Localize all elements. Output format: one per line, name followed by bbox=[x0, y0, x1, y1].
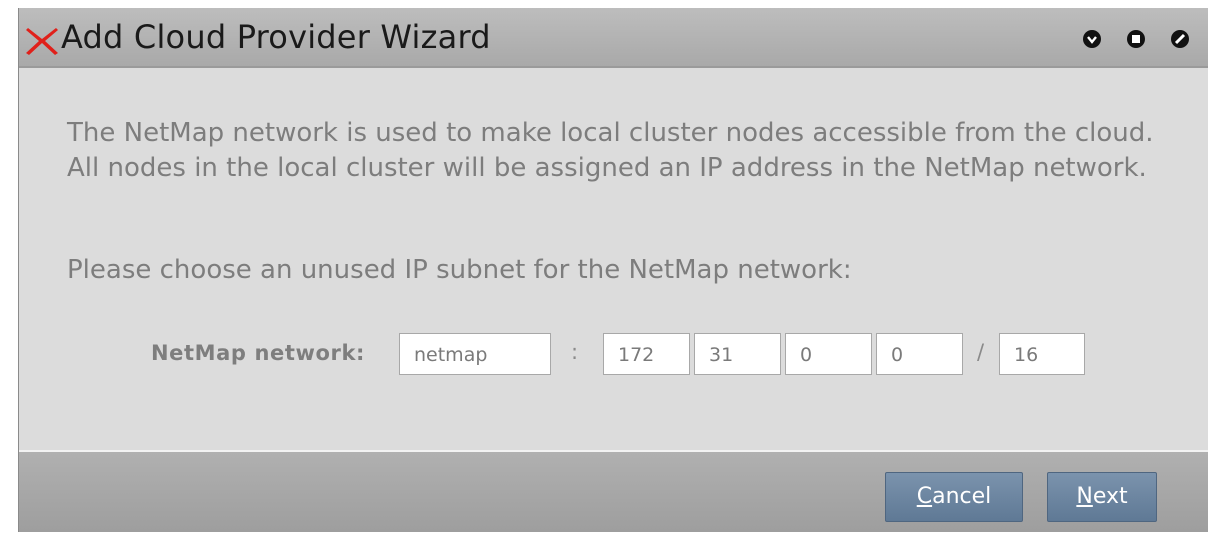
red-x-icon bbox=[26, 28, 58, 55]
maximize-icon bbox=[1132, 35, 1140, 43]
ip-octet-3-field[interactable]: 0 bbox=[785, 333, 872, 375]
intro-text: The NetMap network is used to make local… bbox=[67, 118, 1154, 183]
maximize-button[interactable] bbox=[1127, 30, 1145, 48]
next-button[interactable]: Next bbox=[1047, 472, 1157, 522]
netmap-name-field[interactable]: netmap bbox=[399, 333, 551, 375]
wizard-window: Add Cloud Provider Wizard The NetMap net… bbox=[18, 8, 1208, 532]
prompt-text: Please choose an unused IP subnet for th… bbox=[67, 255, 852, 285]
ip-octet-4-field[interactable]: 0 bbox=[876, 333, 963, 375]
colon-separator: : bbox=[571, 340, 579, 364]
close-button[interactable] bbox=[1171, 30, 1189, 48]
ip-octet-1-field[interactable]: 172 bbox=[603, 333, 690, 375]
cancel-label: ancel bbox=[932, 484, 992, 509]
minimize-icon bbox=[1087, 36, 1097, 44]
subnet-prefix-field[interactable]: 16 bbox=[999, 333, 1085, 375]
button-bar: Cancel Next bbox=[19, 450, 1208, 532]
netmap-network-label: NetMap network: bbox=[151, 341, 366, 365]
next-mnemonic: N bbox=[1076, 484, 1093, 509]
close-icon bbox=[1174, 33, 1186, 45]
minimize-button[interactable] bbox=[1083, 30, 1101, 48]
window-title: Add Cloud Provider Wizard bbox=[61, 18, 491, 56]
wizard-content: The NetMap network is used to make local… bbox=[19, 68, 1208, 448]
next-label: ext bbox=[1092, 484, 1128, 509]
ip-octet-2-field[interactable]: 31 bbox=[694, 333, 781, 375]
slash-separator: / bbox=[977, 340, 985, 364]
title-bar[interactable]: Add Cloud Provider Wizard bbox=[19, 8, 1208, 68]
cancel-mnemonic: C bbox=[916, 484, 933, 509]
cancel-button[interactable]: Cancel bbox=[885, 472, 1023, 522]
